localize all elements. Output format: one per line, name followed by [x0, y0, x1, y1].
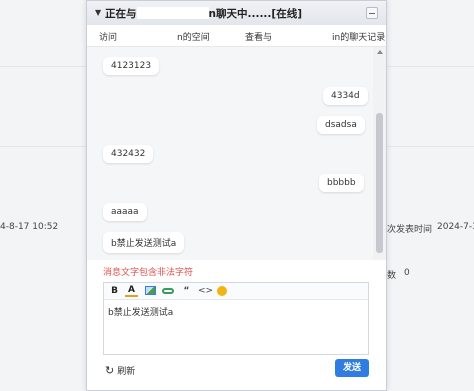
message-scrollbar[interactable]: [373, 47, 386, 260]
message-bubble-sent: dsadsa: [317, 116, 365, 134]
chat-window: ▼ 正在与 n聊天中......[在线] 访问 n的空间 查看与 in的聊天记录 41…: [86, 0, 387, 391]
chat-links-bar: 访问 n的空间 查看与 in的聊天记录: [87, 25, 386, 47]
visit-space-link[interactable]: 访问 n的空间: [99, 30, 210, 43]
message-bubble-sent: bbbbb: [319, 174, 364, 192]
bold-button[interactable]: B: [108, 285, 121, 297]
message-bubble-received: b禁止发送测试a: [103, 232, 185, 253]
insert-image-icon[interactable]: [144, 285, 157, 297]
scrollbar-thumb[interactable]: [376, 113, 383, 253]
bg-count-value: 0: [404, 268, 410, 278]
insert-link-icon[interactable]: [162, 285, 175, 297]
emoji-icon[interactable]: [216, 285, 229, 297]
message-list[interactable]: 4123123 4334d dsadsa 432432 bbbbb aaaaa …: [87, 47, 373, 260]
illegal-chars-warning: 消息文字包含非法字符: [103, 268, 194, 278]
bg-last-post-date: 2024-7-3: [437, 222, 474, 232]
editor-toolbar: B A “ <>: [104, 283, 368, 300]
bg-count-label: 数: [387, 271, 397, 281]
collapse-triangle-icon[interactable]: ▼: [95, 8, 101, 17]
chat-titlebar[interactable]: ▼ 正在与 n聊天中......[在线]: [87, 1, 386, 26]
message-bubble-received: aaaaa: [103, 203, 147, 221]
quote-button[interactable]: “: [180, 285, 193, 297]
message-bubble-received: 432432: [103, 145, 154, 163]
message-input[interactable]: b禁止发送测试a: [108, 305, 173, 318]
refresh-button[interactable]: ↻ 刷新: [105, 364, 135, 377]
redacted-username: [136, 7, 209, 19]
font-color-button[interactable]: A: [125, 285, 138, 297]
redacted-username: [272, 30, 333, 40]
code-button[interactable]: <>: [198, 285, 213, 297]
scroll-up-arrow-icon[interactable]: [377, 50, 383, 54]
message-editor[interactable]: B A “ <> b禁止发送测试a: [103, 282, 369, 355]
bg-date-left: 4-8-17 10:52: [0, 222, 59, 232]
chat-title: 正在与 n聊天中......[在线]: [105, 7, 303, 20]
message-bubble-sent: 4334d: [323, 87, 368, 105]
send-button[interactable]: 发送: [335, 359, 369, 377]
view-history-link[interactable]: 查看与 in的聊天记录: [245, 30, 385, 43]
bg-last-post-label: 次发表时间: [387, 225, 433, 235]
refresh-icon: ↻: [105, 364, 115, 377]
message-bubble-received: 4123123: [103, 57, 160, 75]
minimize-icon[interactable]: [366, 7, 378, 19]
redacted-username: [117, 30, 178, 40]
